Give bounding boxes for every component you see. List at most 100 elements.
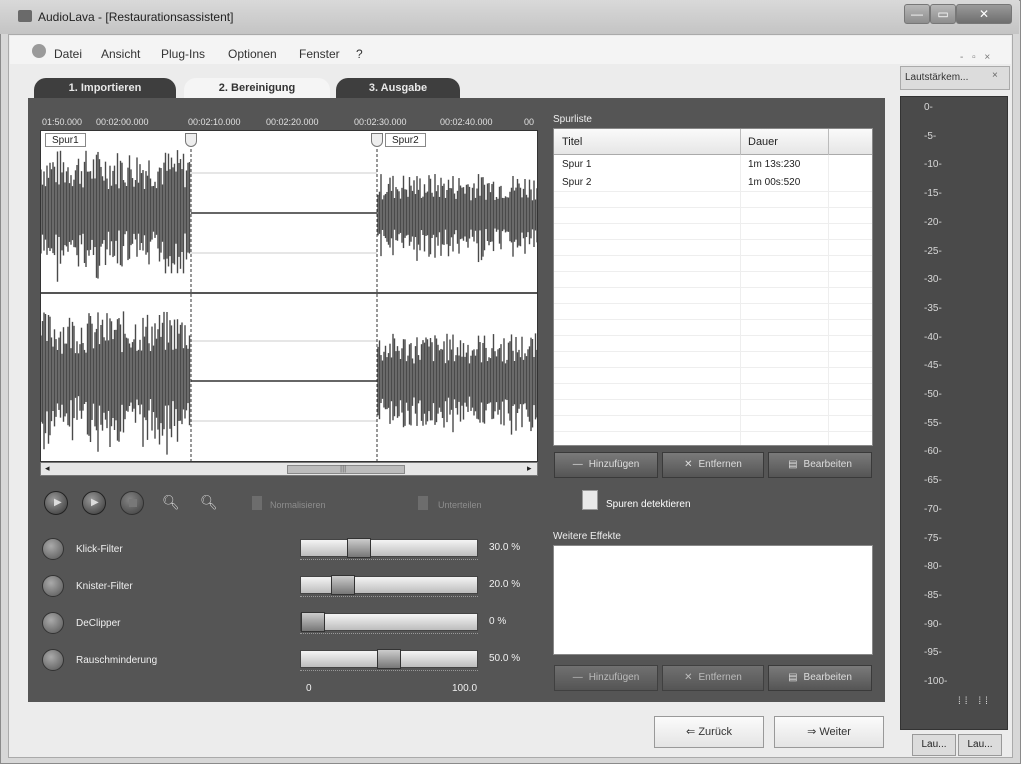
- meter-scale-label: -75-: [924, 532, 942, 544]
- edit-icon: ▤: [788, 459, 798, 470]
- effects-edit-button[interactable]: ▤ Bearbeiten: [768, 665, 872, 691]
- marker-handle-1[interactable]: [185, 133, 197, 147]
- minimize-button[interactable]: —: [904, 4, 930, 24]
- slider-scale-min: 0: [306, 683, 312, 694]
- tracklist-remove-label: Entfernen: [698, 459, 742, 470]
- tracklist-edit-button[interactable]: ▤ Bearbeiten: [768, 452, 872, 478]
- effects-add-button[interactable]: — Hinzufügen: [554, 665, 658, 691]
- play-selection-button[interactable]: ▶: [82, 491, 106, 515]
- meter-scale-label: -95-: [924, 647, 942, 659]
- close-button[interactable]: ✕: [956, 4, 1012, 24]
- column-header-dauer[interactable]: Dauer: [748, 136, 778, 148]
- next-button[interactable]: ⇒ Weiter: [774, 716, 884, 748]
- tab-importieren[interactable]: 1. Importieren: [34, 78, 176, 98]
- menu-datei[interactable]: Datei: [54, 47, 82, 61]
- table-row[interactable]: Spur 1 1m 13s:230: [554, 159, 872, 174]
- play-button[interactable]: ▶: [44, 491, 68, 515]
- scrollbar-thumb[interactable]: |||: [287, 464, 405, 474]
- meter-scale-label: -100-: [924, 676, 948, 687]
- waveform-view[interactable]: Spur1 Spur2: [40, 130, 538, 462]
- normalize-button[interactable]: Normalisieren: [270, 500, 326, 510]
- grid-line: [554, 191, 872, 192]
- meter-scale-label: -85-: [924, 589, 942, 601]
- time-label: 00:02:20.000: [266, 117, 319, 127]
- tracklist-table[interactable]: Titel Dauer Spur 1 1m 13s:230 Spur 2 1m …: [553, 128, 873, 446]
- grid-line: [554, 351, 872, 352]
- app-icon: [18, 10, 32, 22]
- grid-line: [554, 399, 872, 400]
- track-marker-label-2[interactable]: Spur2: [385, 133, 426, 147]
- time-label: 00: [524, 117, 535, 127]
- tab-bereinigung[interactable]: 2. Bereinigung: [184, 78, 330, 98]
- column-divider[interactable]: [740, 129, 741, 155]
- noise-reduction-slider[interactable]: [300, 649, 478, 669]
- meter-scale-label: -40-: [924, 331, 942, 343]
- click-filter-label: Klick-Filter: [76, 544, 123, 555]
- menu-ansicht[interactable]: Ansicht: [101, 47, 140, 61]
- meter-scale-label: -45-: [924, 360, 942, 372]
- declipper-slider[interactable]: [300, 612, 478, 632]
- meter-tab-1[interactable]: Lau...: [912, 734, 956, 756]
- meter-close-icon[interactable]: ×: [992, 70, 998, 81]
- zoom-in-icon[interactable]: 🔍︎: [162, 494, 180, 510]
- mdi-controls[interactable]: - ▫ ×: [960, 52, 993, 63]
- detect-tracks-button[interactable]: Spuren detektieren: [606, 499, 691, 510]
- tracklist-remove-button[interactable]: ✕ Entfernen: [662, 452, 764, 478]
- timeline-ruler[interactable]: 01:50.000 00:02:00.000 00:02:10.000 00:0…: [40, 114, 538, 130]
- zoom-out-icon[interactable]: 🔍︎: [200, 494, 218, 510]
- grid-line: [554, 415, 872, 416]
- menu-plugins[interactable]: Plug-Ins: [161, 47, 205, 61]
- grid-line: [554, 431, 872, 432]
- tab-ausgabe[interactable]: 3. Ausgabe: [336, 78, 460, 98]
- scroll-right-icon[interactable]: ▸: [527, 463, 532, 474]
- level-meter: [900, 96, 1008, 730]
- track-duration-cell: 1m 13s:230: [748, 159, 801, 170]
- meter-scale-label: -15-: [924, 188, 942, 200]
- effects-remove-button[interactable]: ✕ Entfernen: [662, 665, 764, 691]
- grip-icon: |||: [340, 464, 347, 473]
- crackle-filter-label: Knister-Filter: [76, 581, 133, 592]
- menu-optionen[interactable]: Optionen: [228, 47, 277, 61]
- marker-handle-2[interactable]: [371, 133, 383, 147]
- scroll-left-icon[interactable]: ◂: [45, 463, 50, 474]
- effects-title: Weitere Effekte: [553, 531, 621, 542]
- maximize-button[interactable]: ▭: [930, 4, 956, 24]
- declipper-toggle[interactable]: [42, 612, 64, 634]
- slider-thumb[interactable]: [377, 649, 401, 669]
- effects-edit-label: Bearbeiten: [803, 672, 852, 683]
- tracklist-header: Titel Dauer: [554, 129, 872, 155]
- slider-thumb[interactable]: [346, 538, 371, 558]
- column-header-titel[interactable]: Titel: [562, 136, 582, 148]
- document-icon[interactable]: [32, 44, 46, 58]
- meter-scale-label: -35-: [924, 302, 942, 314]
- add-icon: —: [572, 672, 583, 683]
- meter-scale-label: -30-: [924, 274, 942, 286]
- grid-line: [554, 223, 872, 224]
- meter-tab-2[interactable]: Lau...: [958, 734, 1002, 756]
- track-marker-label-1[interactable]: Spur1: [45, 133, 86, 147]
- menu-fenster[interactable]: Fenster: [299, 47, 340, 61]
- slider-thumb[interactable]: [301, 612, 325, 632]
- noise-reduction-toggle[interactable]: [42, 649, 64, 671]
- grid-line: [554, 239, 872, 240]
- crackle-filter-slider[interactable]: [300, 575, 478, 595]
- tracklist-add-button[interactable]: — Hinzufügen: [554, 452, 658, 478]
- stop-button[interactable]: [120, 491, 144, 515]
- table-row[interactable]: Spur 2 1m 00s:520: [554, 177, 872, 192]
- slider-thumb[interactable]: [331, 575, 356, 595]
- menu-help[interactable]: ?: [356, 47, 363, 61]
- back-button[interactable]: ⇐ Zurück: [654, 716, 764, 748]
- column-divider[interactable]: [828, 129, 829, 155]
- click-filter-slider[interactable]: [300, 538, 478, 558]
- grid-line: [554, 367, 872, 368]
- grid-line: [554, 271, 872, 272]
- horizontal-scrollbar[interactable]: ◂ ||| ▸: [40, 462, 538, 476]
- time-label: 00:02:30.000: [354, 117, 407, 127]
- click-filter-toggle[interactable]: [42, 538, 64, 560]
- stop-icon: [129, 499, 137, 507]
- crackle-filter-toggle[interactable]: [42, 575, 64, 597]
- split-button[interactable]: Unterteilen: [438, 500, 482, 510]
- title-bar[interactable]: AudioLava - [Restaurationsassistent] — ▭…: [0, 0, 1019, 34]
- grid-line: [554, 383, 872, 384]
- effects-list[interactable]: [553, 545, 873, 655]
